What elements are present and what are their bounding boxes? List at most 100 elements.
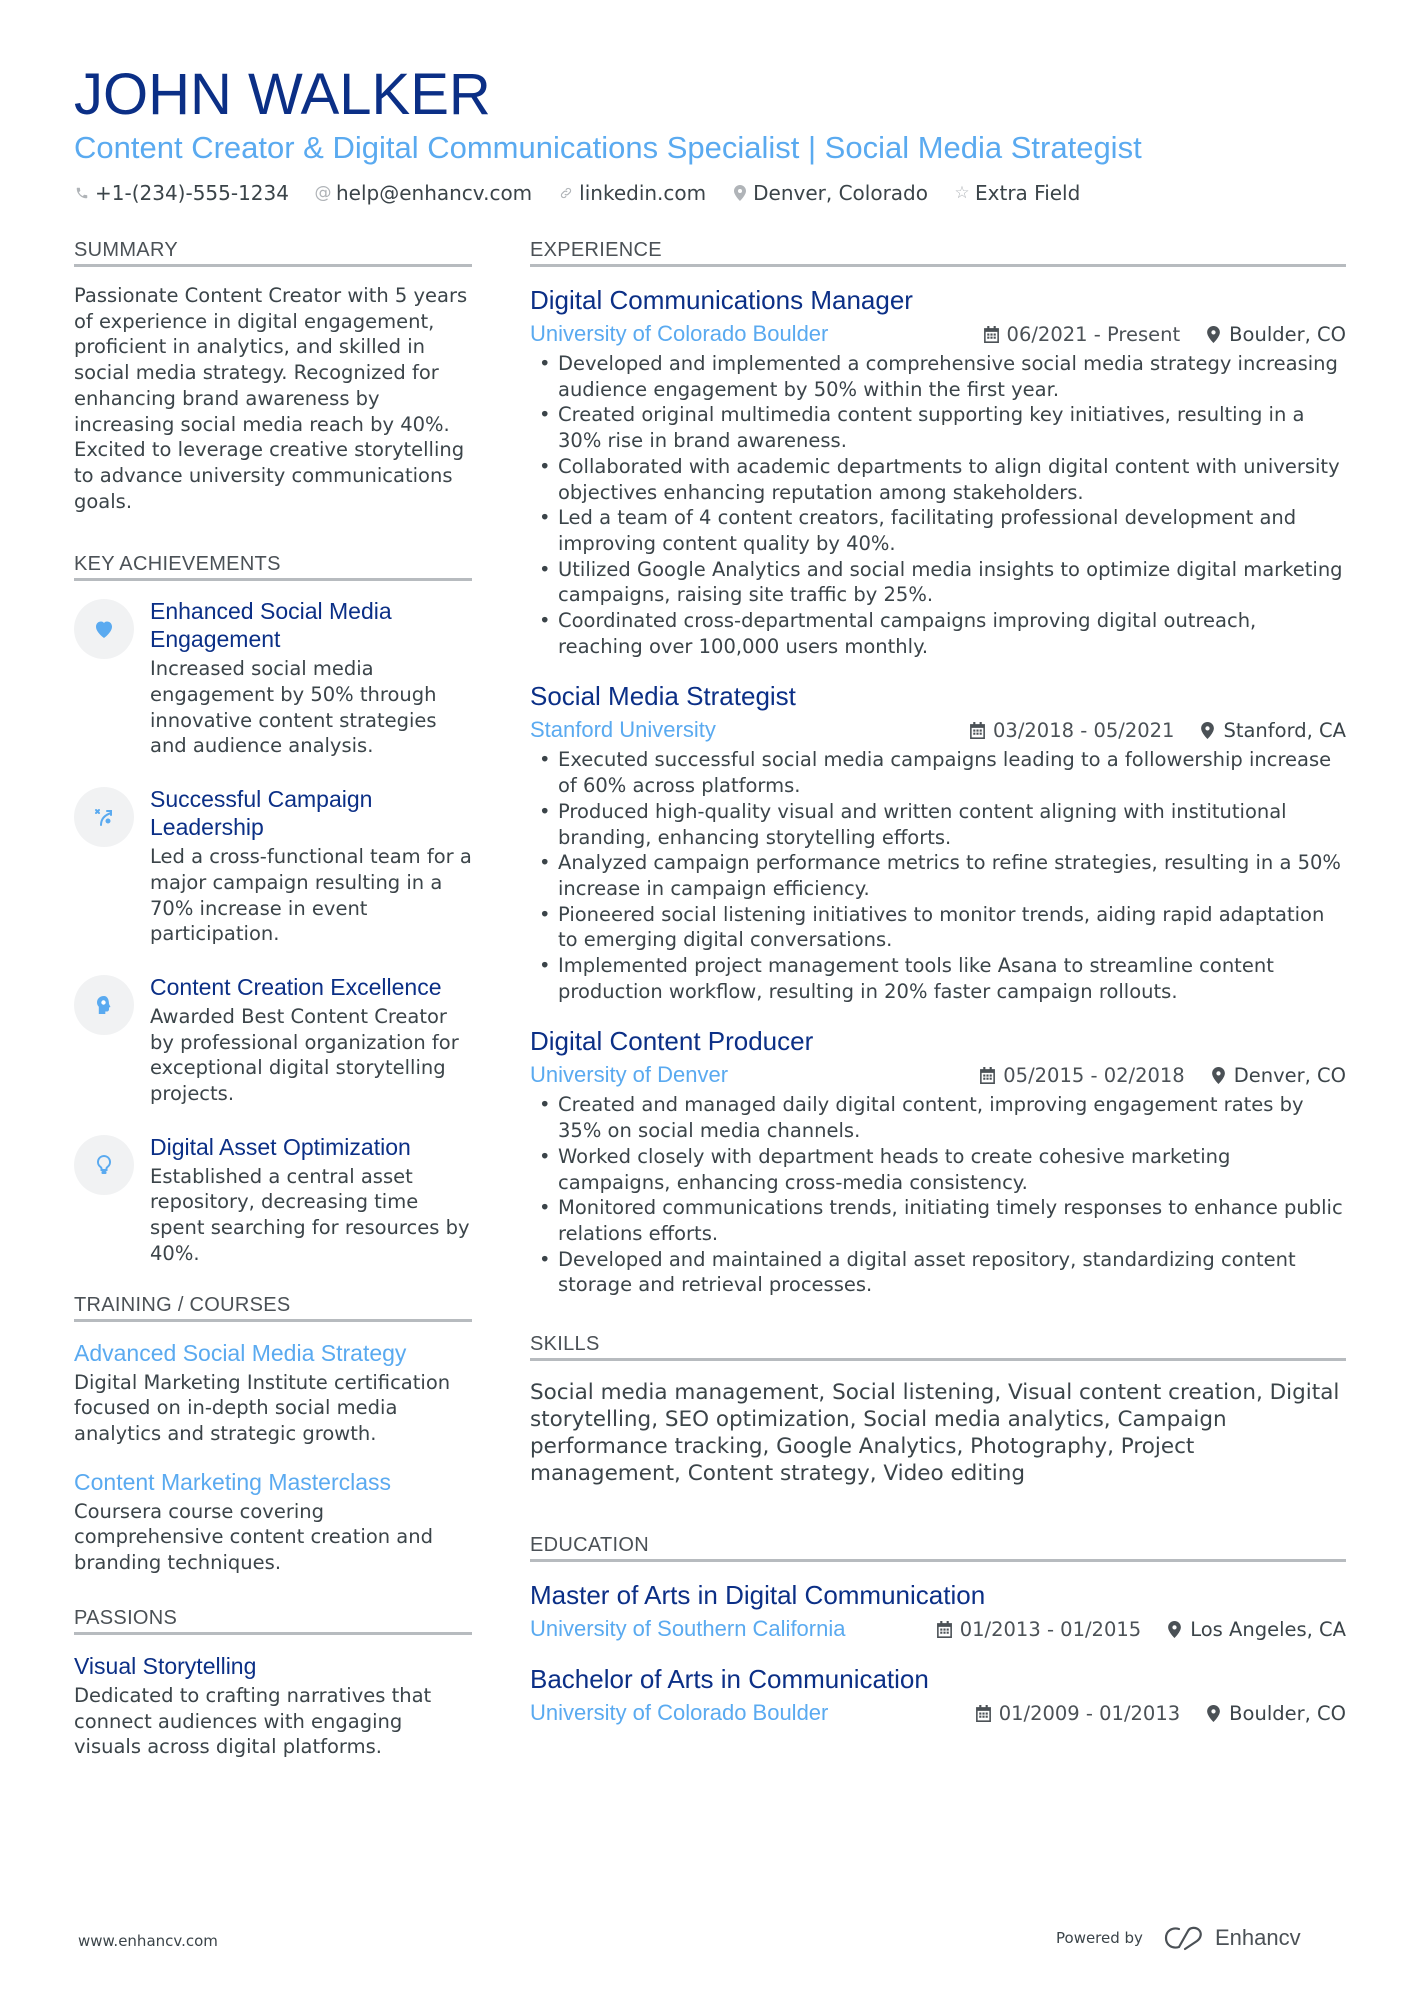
enhancv-logo[interactable]: Enhancv [1163, 1925, 1301, 1951]
candidate-name: JOHN WALKER [74, 62, 491, 127]
course-text: Digital Marketing Institute certificatio… [74, 1370, 451, 1445]
extra-field-text: Extra Field [975, 181, 1081, 205]
education-location: Boulder, CO [1206, 1702, 1346, 1725]
job-dates: 03/2018 - 05/2021 [970, 719, 1174, 742]
footer-branding: Powered by Enhancv [1056, 1925, 1301, 1951]
bullet-item: Led a team of 4 content creators, facili… [530, 505, 1346, 556]
contact-extra: ☆ Extra Field [954, 180, 1080, 206]
bullet-item: Developed and implemented a comprehensiv… [530, 351, 1346, 402]
job-title: Social Media Strategist [530, 681, 796, 712]
passion-title: Visual Storytelling [74, 1652, 257, 1679]
contact-location: Denver, Colorado [732, 180, 928, 206]
contact-phone: +1-(234)-555-1234 [74, 180, 289, 206]
summary-section: SUMMARY Passionate Content Creator with … [74, 238, 472, 514]
education-entry: Bachelor of Arts in Communication Univer… [530, 1662, 1346, 1728]
education-meta: University of Southern California 01/201… [530, 1614, 1346, 1644]
star-icon: ☆ [954, 183, 970, 203]
job-entry: Social Media Strategist Stanford Univers… [530, 679, 1346, 1004]
degree-title: Bachelor of Arts in Communication [530, 1664, 929, 1695]
contact-linkedin: linkedin.com [558, 180, 706, 206]
location-pin-icon [1207, 325, 1221, 343]
course-text: Coursera course covering comprehensive c… [74, 1499, 433, 1575]
calendar-icon [970, 721, 985, 739]
bullet-item: Coordinated cross-departmental campaigns… [530, 608, 1346, 659]
head-idea-icon [74, 974, 134, 1035]
at-icon: @ [314, 183, 332, 203]
course-title: Advanced Social Media Strategy [74, 1339, 407, 1366]
footer-website[interactable]: www.enhancv.com [78, 1932, 218, 1950]
job-entry: Digital Content Producer University of D… [530, 1024, 1346, 1298]
section-heading-achievements: KEY ACHIEVEMENTS [74, 552, 472, 582]
company-name: University of Denver [530, 1062, 729, 1088]
achievements-section: KEY ACHIEVEMENTS Enhanced Social Media E… [74, 552, 472, 1266]
job-title: Digital Content Producer [530, 1026, 814, 1057]
course-item: Content Marketing Masterclass Coursera c… [74, 1467, 472, 1576]
section-heading-summary: SUMMARY [74, 238, 472, 267]
section-heading-experience: EXPERIENCE [530, 238, 1346, 267]
section-heading-passions: PASSIONS [74, 1606, 472, 1635]
skills-text: Social media management, Social listenin… [530, 1380, 1340, 1487]
linkedin-link[interactable]: linkedin.com [579, 180, 706, 206]
job-entry: Digital Communications Manager Universit… [530, 283, 1346, 659]
phone-icon [74, 186, 90, 200]
calendar-icon [983, 325, 999, 343]
achievement-text: Established a central asset repository, … [150, 1164, 470, 1265]
bullet-item: Analyzed campaign performance metrics to… [530, 850, 1346, 901]
calendar-icon [975, 1704, 991, 1722]
job-location: Denver, CO [1211, 1064, 1346, 1087]
bullet-item: Utilized Google Analytics and social med… [530, 557, 1346, 608]
section-heading-education: EDUCATION [530, 1533, 1346, 1563]
location-text: Denver, Colorado [753, 181, 928, 205]
resume-header: JOHN WALKER Content Creator & Digital Co… [74, 62, 1344, 206]
bullet-item: Monitored communications trends, initiat… [530, 1195, 1346, 1246]
job-meta: Stanford University 03/2018 - 05/2021 St… [530, 715, 1346, 745]
job-bullets: Executed successful social media campaig… [530, 747, 1346, 1004]
lightbulb-icon [74, 1134, 134, 1195]
calendar-icon [980, 1066, 996, 1084]
education-meta: University of Colorado Boulder 01/2009 -… [530, 1698, 1346, 1728]
bullet-item: Developed and maintained a digital asset… [530, 1247, 1346, 1298]
job-bullets: Created and managed daily digital conten… [530, 1092, 1346, 1298]
job-bullets: Developed and implemented a comprehensiv… [530, 351, 1346, 659]
passions-section: PASSIONS Visual Storytelling Dedicated t… [74, 1606, 472, 1760]
contact-row: +1-(234)-555-1234 @ help@enhancv.com lin… [74, 180, 1344, 206]
calendar-icon [936, 1620, 952, 1638]
achievement-text: Awarded Best Content Creator by professi… [150, 1004, 459, 1106]
location-pin-icon [1168, 1620, 1182, 1638]
education-dates: 01/2013 - 01/2015 [936, 1618, 1141, 1641]
job-location: Stanford, CA [1200, 719, 1346, 742]
education-section: EDUCATION Master of Arts in Digital Comm… [530, 1533, 1346, 1728]
job-dates: 06/2021 - Present [983, 323, 1180, 346]
enhancv-logo-icon [1164, 1926, 1202, 1951]
achievement-item: Successful Campaign Leadership Led a cro… [74, 785, 472, 947]
right-column: EXPERIENCE Digital Communications Manage… [530, 238, 1346, 1746]
heart-icon [74, 599, 134, 660]
phone-text[interactable]: +1-(234)-555-1234 [95, 180, 289, 206]
education-location: Los Angeles, CA [1167, 1618, 1346, 1641]
achievement-item: Content Creation Excellence Awarded Best… [74, 973, 472, 1107]
school-name: University of Southern California [530, 1616, 846, 1642]
section-heading-training: TRAINING / COURSES [74, 1293, 472, 1322]
left-column: SUMMARY Passionate Content Creator with … [74, 238, 472, 1760]
training-section: TRAINING / COURSES Advanced Social Media… [74, 1293, 472, 1576]
bullet-item: Produced high-quality visual and written… [530, 799, 1346, 850]
location-pin-icon [732, 185, 748, 201]
achievement-title: Content Creation Excellence [150, 973, 442, 1000]
location-pin-icon [1207, 1704, 1221, 1722]
company-name: Stanford University [530, 717, 716, 743]
bullet-item: Worked closely with department heads to … [530, 1144, 1346, 1195]
job-meta: University of Colorado Boulder 06/2021 -… [530, 319, 1346, 349]
company-name: University of Colorado Boulder [530, 321, 829, 346]
email-link[interactable]: help@enhancv.com [336, 180, 532, 206]
course-title: Content Marketing Masterclass [74, 1468, 392, 1495]
job-location: Boulder, CO [1206, 323, 1346, 346]
achievement-item: Enhanced Social Media Engagement Increas… [74, 597, 472, 759]
passion-item: Visual Storytelling Dedicated to craftin… [74, 1651, 472, 1760]
bullet-item: Created and managed daily digital conten… [530, 1092, 1346, 1143]
bullet-item: Created original multimedia content supp… [530, 402, 1346, 453]
achievement-title: Enhanced Social Media Engagement [150, 598, 392, 653]
job-title: Digital Communications Manager [530, 285, 913, 315]
strategy-icon [74, 787, 134, 848]
education-entry: Master of Arts in Digital Communication … [530, 1578, 1346, 1644]
candidate-title: Content Creator & Digital Communications… [74, 130, 1142, 165]
